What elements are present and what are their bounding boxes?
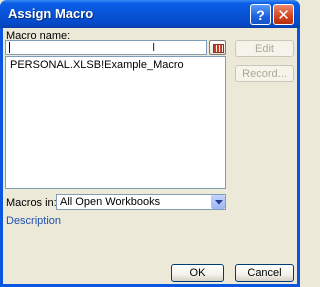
edit-button[interactable]: Edit xyxy=(235,40,294,57)
assign-macro-dialog: Assign Macro ? ✕ Macro name: I PERSONAL.… xyxy=(0,0,300,287)
record-button[interactable]: Record... xyxy=(235,65,294,82)
macros-in-value: All Open Workbooks xyxy=(60,196,161,208)
collapse-dialog-icon xyxy=(213,44,224,53)
dialog-title: Assign Macro xyxy=(8,6,94,21)
collapse-dialog-button[interactable] xyxy=(209,40,226,55)
description-label: Description xyxy=(6,215,62,227)
help-button[interactable]: ? xyxy=(250,4,271,25)
ok-button[interactable]: OK xyxy=(171,264,224,282)
close-button[interactable]: ✕ xyxy=(273,4,294,25)
ibeam-cursor-icon: I xyxy=(152,41,156,54)
macros-in-select[interactable]: All Open Workbooks xyxy=(56,194,226,210)
macro-name-input[interactable]: I xyxy=(5,40,207,55)
title-bar: Assign Macro ? ✕ xyxy=(0,0,300,28)
macros-in-label: Macros in: xyxy=(6,197,57,209)
macro-list[interactable]: PERSONAL.XLSB!Example_Macro xyxy=(5,56,226,189)
close-icon: ✕ xyxy=(277,6,290,24)
text-caret xyxy=(9,42,10,53)
cancel-button[interactable]: Cancel xyxy=(235,264,294,282)
list-item[interactable]: PERSONAL.XLSB!Example_Macro xyxy=(10,59,184,71)
chevron-down-icon[interactable] xyxy=(211,195,225,209)
help-icon: ? xyxy=(256,6,265,23)
